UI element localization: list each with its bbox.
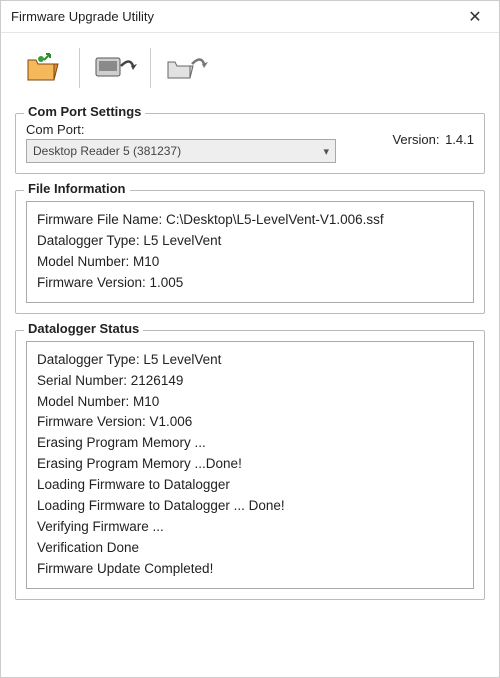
status-line: Loading Firmware to Datalogger [37, 475, 463, 496]
firmware-upgrade-window: Firmware Upgrade Utility ✕ [0, 0, 500, 678]
comport-left: Com Port: Desktop Reader 5 (381237) ▾ [26, 122, 382, 163]
status-line: Model Number: M10 [37, 392, 463, 413]
toolbar-separator [150, 48, 151, 88]
chevron-down-icon: ▾ [323, 145, 329, 158]
version-block: Version: 1.4.1 [392, 122, 474, 147]
status-line: Verification Done [37, 538, 463, 559]
status-line: Erasing Program Memory ...Done! [37, 454, 463, 475]
file-info-line: Firmware Version: 1.005 [37, 273, 463, 294]
comport-select[interactable]: Desktop Reader 5 (381237) ▾ [26, 139, 336, 163]
comport-row: Com Port: Desktop Reader 5 (381237) ▾ Ve… [26, 122, 474, 163]
status-line: Serial Number: 2126149 [37, 371, 463, 392]
close-icon[interactable]: ✕ [461, 7, 489, 27]
file-info-panel: Firmware File Name: C:\Desktop\L5-LevelV… [26, 201, 474, 303]
status-group-title: Datalogger Status [24, 321, 143, 336]
file-info-line: Firmware File Name: C:\Desktop\L5-LevelV… [37, 210, 463, 231]
version-value: 1.4.1 [445, 132, 474, 147]
status-line: Loading Firmware to Datalogger ... Done! [37, 496, 463, 517]
status-line: Datalogger Type: L5 LevelVent [37, 350, 463, 371]
toolbar-separator [79, 48, 80, 88]
comport-group: Com Port Settings Com Port: Desktop Read… [15, 113, 485, 174]
version-label: Version: [392, 132, 439, 147]
window-content: Com Port Settings Com Port: Desktop Read… [1, 33, 499, 608]
status-line: Firmware Version: V1.006 [37, 412, 463, 433]
file-info-group-title: File Information [24, 181, 130, 196]
file-info-line: Model Number: M10 [37, 252, 463, 273]
toolbar [15, 43, 485, 97]
comport-group-title: Com Port Settings [24, 104, 145, 119]
comport-selected-value: Desktop Reader 5 (381237) [33, 144, 181, 158]
file-info-group: File Information Firmware File Name: C:\… [15, 190, 485, 314]
open-file-button[interactable] [17, 45, 71, 91]
file-info-line: Datalogger Type: L5 LevelVent [37, 231, 463, 252]
status-line: Verifying Firmware ... [37, 517, 463, 538]
status-group: Datalogger Status Datalogger Type: L5 Le… [15, 330, 485, 600]
status-panel: Datalogger Type: L5 LevelVent Serial Num… [26, 341, 474, 589]
comport-label: Com Port: [26, 122, 382, 137]
upload-firmware-icon [93, 50, 137, 87]
titlebar: Firmware Upgrade Utility ✕ [1, 1, 499, 33]
window-title: Firmware Upgrade Utility [11, 9, 154, 24]
status-line: Erasing Program Memory ... [37, 433, 463, 454]
open-file-icon [24, 50, 64, 87]
load-firmware-button[interactable] [159, 45, 213, 91]
upload-firmware-button[interactable] [88, 45, 142, 91]
status-line: Firmware Update Completed! [37, 559, 463, 580]
load-firmware-icon [164, 50, 208, 87]
